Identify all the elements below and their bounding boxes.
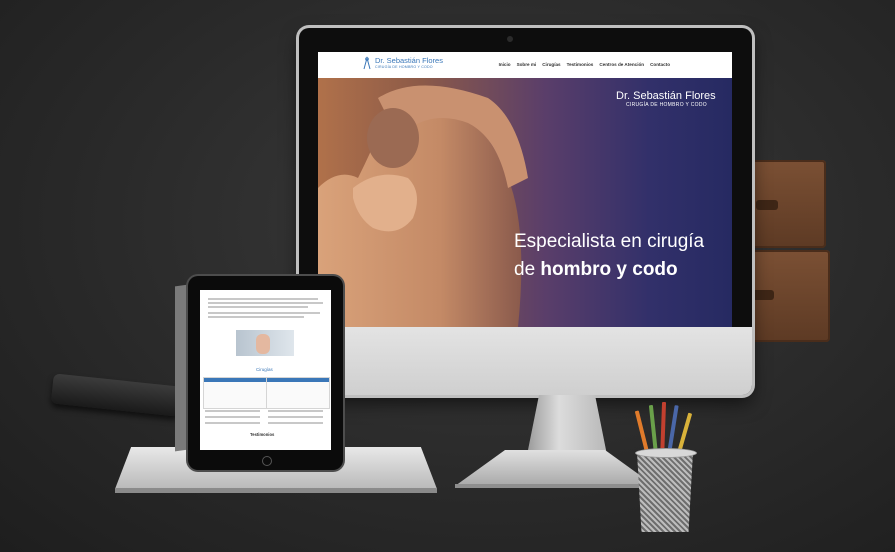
hero-headline: Especialista en cirugía de hombro y codo bbox=[514, 228, 704, 284]
nav-item-inicio[interactable]: Inicio bbox=[499, 62, 511, 67]
imac-chin bbox=[299, 327, 752, 395]
imac-stand-edge bbox=[455, 484, 655, 488]
tablet-screen: Cirugías Testimonios bbox=[200, 290, 331, 450]
list-line bbox=[268, 410, 323, 412]
hero-logo: Dr. Sebastián Flores CIRUGÍA DE HOMBRO Y… bbox=[616, 90, 716, 108]
surgery-card[interactable] bbox=[203, 377, 267, 409]
surgery-card[interactable] bbox=[266, 377, 330, 409]
logo-subtitle: CIRUGÍA DE HOMBRO Y CODO bbox=[375, 65, 433, 69]
nav-item-centros[interactable]: Centros de Atención bbox=[599, 62, 644, 67]
camera-icon bbox=[507, 36, 513, 42]
hero-logo-subtitle: CIRUGÍA DE HOMBRO Y CODO bbox=[626, 102, 707, 108]
imac-stand-foot bbox=[455, 450, 655, 486]
nav-menu: Inicio Sobre mi Cirugías Testimonios Cen… bbox=[499, 62, 670, 67]
tablet-testimonials-title: Testimonios bbox=[250, 432, 275, 437]
box-handle-icon bbox=[752, 290, 774, 300]
list-line bbox=[268, 416, 323, 418]
hero-line-2: de hombro y codo bbox=[514, 256, 704, 284]
hero-line-2-prefix: de bbox=[514, 259, 541, 280]
hero-line-2-bold: hombro y codo bbox=[540, 259, 678, 280]
text-line bbox=[208, 306, 308, 308]
nav-item-cirugias[interactable]: Cirugías bbox=[542, 62, 560, 67]
imac-stand-neck bbox=[527, 395, 607, 455]
nav-item-sobre-mi[interactable]: Sobre mi bbox=[517, 62, 537, 67]
list-line bbox=[205, 410, 260, 412]
doctor-photo bbox=[236, 330, 294, 356]
website-navbar: Dr. Sebastián Flores CIRUGÍA DE HOMBRO Y… bbox=[318, 52, 732, 78]
list-line bbox=[205, 422, 260, 424]
nav-item-contacto[interactable]: Contacto bbox=[650, 62, 670, 67]
patient-back-image bbox=[318, 85, 528, 327]
tablet-section-title: Cirugías bbox=[256, 367, 273, 372]
home-button-icon[interactable] bbox=[262, 456, 272, 466]
nav-item-testimonios[interactable]: Testimonios bbox=[567, 62, 594, 67]
imac-screen: Dr. Sebastián Flores CIRUGÍA DE HOMBRO Y… bbox=[318, 52, 732, 327]
hero-line-1: Especialista en cirugía bbox=[514, 231, 705, 252]
text-line bbox=[208, 302, 323, 304]
text-line bbox=[208, 316, 304, 318]
logo-name: Dr. Sebastián Flores bbox=[375, 56, 443, 65]
smartphone bbox=[50, 373, 182, 417]
text-line bbox=[208, 312, 320, 314]
mesh-pencil-cup bbox=[637, 452, 693, 532]
laptop-edge bbox=[115, 488, 437, 493]
text-line bbox=[208, 298, 318, 300]
list-line bbox=[268, 422, 323, 424]
box-handle-icon bbox=[756, 200, 778, 210]
list-line bbox=[205, 416, 260, 418]
cup-rim bbox=[635, 448, 697, 458]
hero-logo-name: Dr. Sebastián Flores bbox=[616, 90, 716, 102]
site-logo[interactable]: Dr. Sebastián Flores CIRUGÍA DE HOMBRO Y… bbox=[362, 56, 443, 70]
shoulder-logo-icon bbox=[363, 56, 371, 70]
hero-banner: Dr. Sebastián Flores CIRUGÍA DE HOMBRO Y… bbox=[318, 78, 732, 327]
person-icon bbox=[256, 334, 270, 354]
